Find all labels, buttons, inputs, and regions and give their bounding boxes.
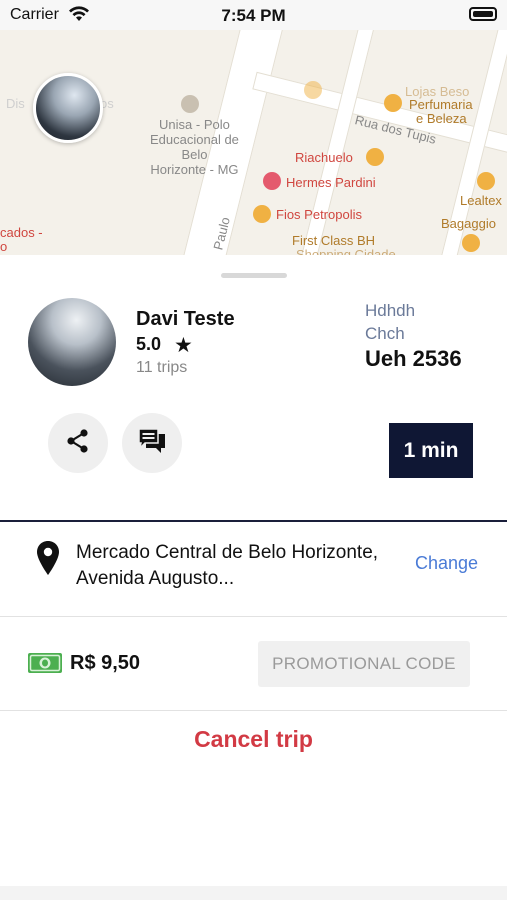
star-icon: ★ bbox=[174, 334, 193, 357]
eta-badge: 1 min bbox=[389, 423, 473, 478]
map-label: Shopping Cidade bbox=[296, 247, 396, 255]
map-label: Fios Petropolis bbox=[276, 207, 362, 222]
location-pin-icon bbox=[36, 540, 60, 581]
map-label: Hermes Pardini bbox=[286, 175, 376, 190]
battery-icon bbox=[469, 7, 497, 21]
map-label: Bagaggio bbox=[441, 216, 496, 231]
divider bbox=[0, 710, 507, 711]
vehicle-color: Chch bbox=[365, 324, 405, 343]
driver-name: Davi Teste bbox=[136, 308, 235, 330]
driver-map-marker[interactable] bbox=[33, 73, 103, 143]
map-label: Unisa - Polo Educacional de Belo Horizon… bbox=[150, 117, 239, 177]
driver-trips: 11 trips bbox=[136, 359, 188, 376]
shop-icon bbox=[384, 94, 402, 112]
change-destination-link[interactable]: Change bbox=[415, 553, 478, 574]
school-icon bbox=[181, 95, 199, 113]
map-view[interactable]: Dis os Unisa - Polo Educacional de Belo … bbox=[0, 30, 507, 255]
shop-icon bbox=[304, 81, 322, 99]
map-label: First Class BH bbox=[292, 233, 376, 248]
clock: 7:54 PM bbox=[221, 6, 286, 25]
map-label: Riachuelo bbox=[295, 150, 353, 165]
map-label: Lealtex bbox=[460, 193, 502, 208]
shop-icon bbox=[366, 148, 384, 166]
driver-avatar bbox=[28, 298, 116, 386]
promo-code-button[interactable]: PROMOTIONAL CODE bbox=[258, 641, 470, 687]
vehicle-plate: Ueh 2536 bbox=[365, 346, 462, 371]
health-icon bbox=[263, 172, 281, 190]
map-label: cados - bbox=[0, 225, 43, 240]
home-indicator-area bbox=[0, 886, 507, 900]
cash-icon bbox=[27, 651, 63, 680]
sheet-handle[interactable] bbox=[221, 273, 287, 278]
map-label: Perfumaria bbox=[409, 97, 473, 112]
vehicle-model: Hdhdh bbox=[365, 301, 416, 320]
share-button[interactable] bbox=[48, 413, 108, 473]
divider bbox=[0, 616, 507, 617]
shop-icon bbox=[253, 205, 271, 223]
shop-icon bbox=[462, 234, 480, 252]
trip-fare: R$ 9,50 bbox=[70, 652, 141, 674]
destination-address: Mercado Central de Belo Horizonte, Aveni… bbox=[76, 542, 379, 589]
share-icon bbox=[65, 428, 91, 459]
map-label: o bbox=[0, 239, 8, 254]
chat-icon bbox=[136, 426, 168, 461]
map-label: e Beleza bbox=[416, 111, 467, 126]
chat-button[interactable] bbox=[122, 413, 182, 473]
divider bbox=[0, 520, 507, 522]
shop-icon bbox=[477, 172, 495, 190]
map-label: Dis bbox=[6, 96, 25, 111]
status-bar: Carrier 7:54 PM bbox=[0, 0, 507, 30]
cancel-trip-button[interactable]: Cancel trip bbox=[0, 726, 507, 753]
driver-rating: 5.0 bbox=[136, 334, 162, 354]
